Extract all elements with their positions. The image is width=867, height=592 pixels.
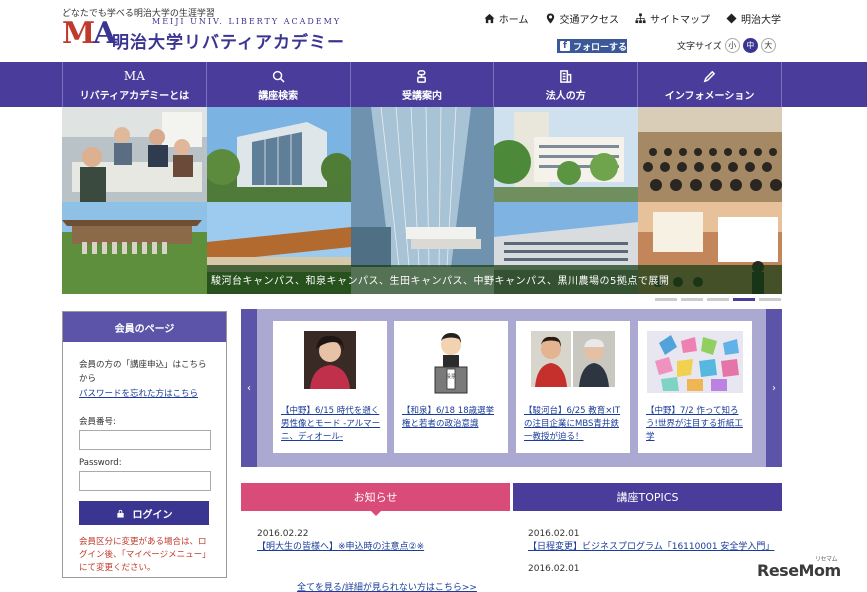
active-tab-notch xyxy=(370,511,381,516)
hero-photo-classroom xyxy=(62,107,207,202)
hero-photo-glass-building xyxy=(207,107,351,202)
hero-photo-lecture-hall xyxy=(638,107,782,202)
font-size-large-button[interactable]: 大 xyxy=(760,38,776,53)
tab-notices[interactable]: お知らせ xyxy=(241,483,510,516)
search-icon xyxy=(272,70,285,83)
nav-course-search[interactable]: 講座検索 xyxy=(207,62,351,107)
carousel-prev-button[interactable]: ‹ xyxy=(241,309,257,467)
hero-slideshow[interactable]: 駿河台キャンパス、和泉キャンパス、生田キャンパス、中野キャンパス、黒川農場の5拠… xyxy=(62,107,782,294)
notice-date: 2016.02.22 xyxy=(257,529,309,539)
password-input[interactable] xyxy=(79,471,211,491)
font-size-label: 文字サイズ xyxy=(677,42,722,52)
course-card-image xyxy=(516,331,630,401)
utility-nav: ホーム 交通アクセス サイトマップ 明治大学 xyxy=(484,11,781,26)
main-nav: MA リバティアカデミーとは 講座検索 受講案内 法人の方 インフォメーション xyxy=(0,62,867,107)
hero-photo-campus xyxy=(494,107,638,202)
member-panel-title: 会員のページ xyxy=(63,312,226,342)
hero-photo-farm xyxy=(62,202,207,294)
resemom-watermark: ReseMom リセマム xyxy=(757,556,841,580)
util-meiji-link[interactable]: 明治大学 xyxy=(726,11,781,26)
facebook-icon: f xyxy=(560,41,570,51)
course-card[interactable]: 【中野】7/2 作って知ろう!世界が注目する折紙工学 xyxy=(638,321,752,453)
hero-slide-dot[interactable] xyxy=(655,298,677,301)
logo-english-name: MEIJI UNIV. LIBERTY ACADEMY xyxy=(152,17,342,26)
map-pin-icon xyxy=(546,13,554,24)
hero-slide-dot[interactable] xyxy=(759,298,781,301)
ma-logo-icon: MA xyxy=(123,69,145,83)
logo-japanese-name: 明治大学リバティアカデミー xyxy=(112,33,345,53)
util-access-link[interactable]: 交通アクセス xyxy=(545,11,619,26)
password-label: Password: xyxy=(79,458,122,468)
notice-list: 2016.02.22 【明大生の皆様へ】※申込時の注意点②※ xyxy=(257,519,507,554)
course-card-title: 【和泉】6/18 18歳選挙権と若者の政治意識 xyxy=(402,406,495,429)
carousel-next-button[interactable]: › xyxy=(766,309,782,467)
site-logo[interactable]: どなたでも学べる明治大学の生涯学習 MA MEIJI UNIV. LIBERTY… xyxy=(62,6,362,56)
font-size-medium-button[interactable]: 中 xyxy=(742,38,758,53)
member-id-input[interactable] xyxy=(79,430,211,450)
meiji-emblem-icon xyxy=(726,13,737,24)
building-icon xyxy=(560,69,572,83)
topic-date: 2016.02.01 xyxy=(528,564,580,574)
topic-link[interactable]: 【日程変更】ビジネスプログラム「16110001 安全学入門」 xyxy=(528,541,778,554)
hero-slide-indicator xyxy=(655,298,781,301)
util-home-link[interactable]: ホーム xyxy=(484,11,529,26)
util-sitemap-link[interactable]: サイトマップ xyxy=(635,11,710,26)
view-all-notices-link[interactable]: 全てを見る/詳細が見られない方はこちら>> xyxy=(297,580,477,592)
ballot-box-label: 投票 xyxy=(446,373,456,380)
font-size-small-button[interactable]: 小 xyxy=(724,38,740,53)
nav-information[interactable]: インフォメーション xyxy=(638,62,782,107)
member-login-panel: 会員のページ 会員の方の「講座申込」はこちらから パスワードを忘れた方はこちら … xyxy=(62,311,227,578)
forgot-password-link[interactable]: パスワードを忘れた方はこちら xyxy=(79,387,212,399)
member-change-warning: 会員区分に変更がある場合は、ログイン後、「マイページメニュー」にて変更ください。 xyxy=(79,537,211,573)
course-carousel: ‹ 【中野】6/15 時代を遡く男性像とモード -アルマーニ、ディオール- 投票… xyxy=(241,309,782,467)
member-id-label: 会員番号: xyxy=(79,417,116,427)
course-card[interactable]: 【中野】6/15 時代を遡く男性像とモード -アルマーニ、ディオール- xyxy=(273,321,387,453)
course-card-image xyxy=(638,331,752,401)
header: どなたでも学べる明治大学の生涯学習 MA MEIJI UNIV. LIBERTY… xyxy=(0,0,867,62)
course-card-image: 投票 xyxy=(394,331,508,401)
sitemap-icon xyxy=(635,13,646,24)
course-card-image xyxy=(273,331,387,401)
course-card-title: 【中野】7/2 作って知ろう!世界が注目する折紙工学 xyxy=(646,406,743,442)
guide-bell-icon xyxy=(417,69,427,83)
nav-corporate[interactable]: 法人の方 xyxy=(494,62,639,107)
login-button[interactable]: ログイン xyxy=(79,501,209,525)
course-card-title: 【中野】6/15 時代を遡く男性像とモード -アルマーニ、ディオール- xyxy=(281,406,381,442)
nav-enrollment-guide[interactable]: 受講案内 xyxy=(351,62,495,107)
lock-icon xyxy=(116,509,124,518)
topics-list: 2016.02.01 【日程変更】ビジネスプログラム「16110001 安全学入… xyxy=(528,519,778,574)
logo-mark: MA xyxy=(62,16,117,51)
topic-date: 2016.02.01 xyxy=(528,529,580,539)
notice-link[interactable]: 【明大生の皆様へ】※申込時の注意点②※ xyxy=(257,541,507,554)
hero-caption: 駿河台キャンパス、和泉キャンパス、生田キャンパス、中野キャンパス、黒川農場の5拠… xyxy=(207,265,782,294)
course-card[interactable]: 【駿河台】6/25 教育×ITの注目企業にMBS青井鉄一教授が迫る！ xyxy=(516,321,630,453)
course-card[interactable]: 投票 【和泉】6/18 18歳選挙権と若者の政治意識 xyxy=(394,321,508,453)
hero-slide-dot[interactable] xyxy=(681,298,703,301)
hero-photo-tower xyxy=(351,107,494,267)
hero-slide-dot[interactable] xyxy=(707,298,729,301)
tab-course-topics[interactable]: 講座TOPICS xyxy=(513,483,782,511)
course-card-title: 【駿河台】6/25 教育×ITの注目企業にMBS青井鉄一教授が迫る！ xyxy=(524,406,621,442)
font-size-control: 文字サイズ 小 中 大 xyxy=(677,38,776,53)
hero-slide-dot[interactable] xyxy=(733,298,755,301)
facebook-follow-button[interactable]: f フォローする xyxy=(557,39,627,53)
nav-about[interactable]: MA リバティアカデミーとは xyxy=(63,62,207,107)
pencil-icon xyxy=(703,70,716,82)
home-icon xyxy=(484,13,495,24)
member-intro-text: 会員の方の「講座申込」はこちらから xyxy=(79,360,207,384)
